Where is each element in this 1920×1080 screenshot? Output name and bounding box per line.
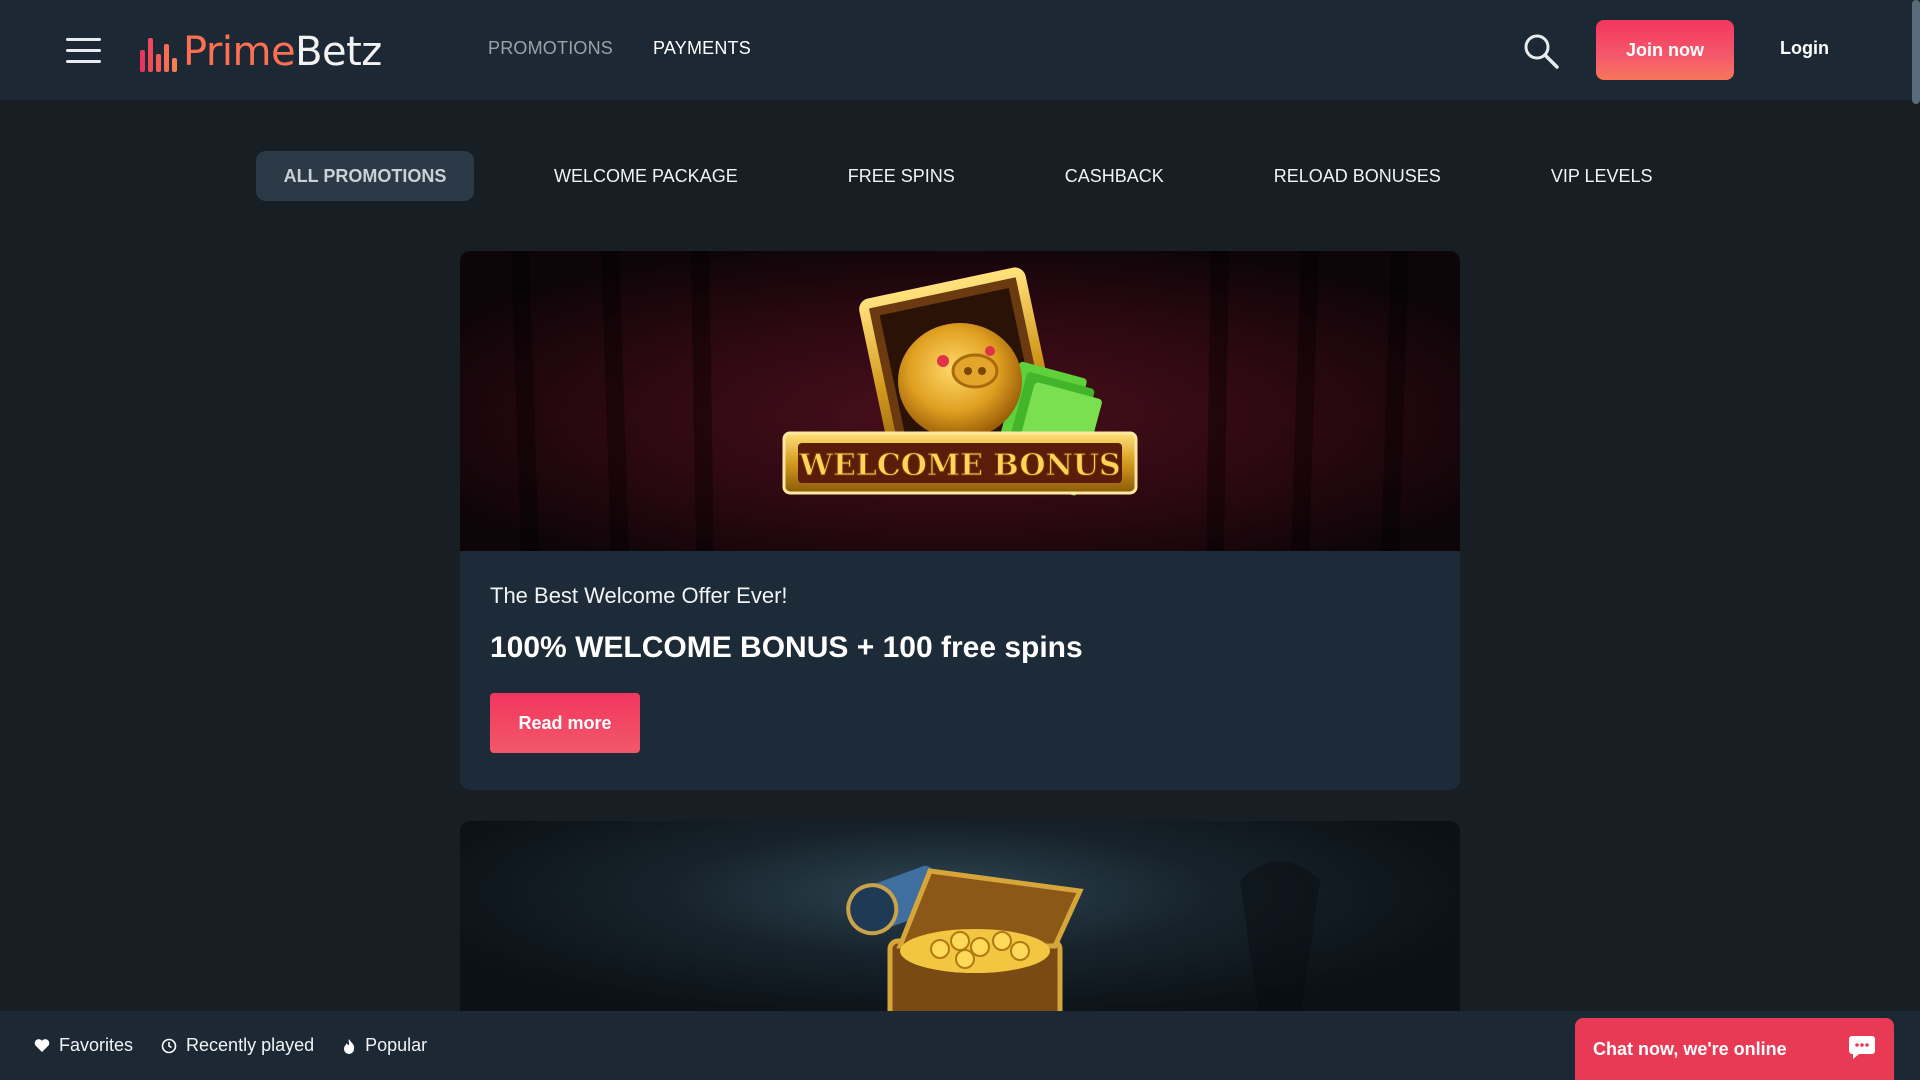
site-logo[interactable]: PrimeBetz (140, 30, 382, 72)
tab-welcome-package[interactable]: WELCOME PACKAGE (554, 151, 738, 201)
tab-cashback[interactable]: CASHBACK (1065, 151, 1164, 201)
recently-played-label: Recently played (186, 1035, 315, 1055)
promotion-title: 100% WELCOME BONUS + 100 free spins (490, 631, 1083, 664)
chat-label: Chat now, we're online (1593, 1038, 1787, 1059)
favorites-label: Favorites (59, 1035, 134, 1055)
tab-free-spins[interactable]: FREE SPINS (848, 151, 955, 201)
login-button[interactable]: Login (1780, 38, 1829, 59)
nav-payments[interactable]: PAYMENTS (653, 38, 751, 59)
tab-all-promotions[interactable]: ALL PROMOTIONS (256, 151, 474, 201)
flame-icon (342, 1038, 356, 1054)
nav-promotions[interactable]: PROMOTIONS (488, 38, 613, 59)
chat-bubble-icon (1848, 1034, 1876, 1065)
site-header: PrimeBetz PROMOTIONS PAYMENTS Join now L… (0, 0, 1920, 104)
main-nav: PROMOTIONS PAYMENTS (488, 38, 751, 59)
popular-link[interactable]: Popular (342, 1035, 427, 1056)
read-more-button[interactable]: Read more (490, 693, 640, 753)
heart-icon (34, 1038, 50, 1053)
live-chat-button[interactable]: Chat now, we're online (1575, 1018, 1894, 1080)
hamburger-menu-icon[interactable] (66, 38, 101, 64)
clock-icon (161, 1038, 177, 1054)
tab-reload-bonuses[interactable]: RELOAD BONUSES (1274, 151, 1441, 201)
page-scrollbar[interactable] (1912, 0, 1920, 104)
tab-vip-levels[interactable]: VIP LEVELS (1551, 151, 1653, 201)
promotion-card: WELCOME BONUS The Best Welcome Offer Eve… (460, 251, 1460, 790)
favorites-link[interactable]: Favorites (34, 1035, 133, 1056)
banner-title-text: WELCOME BONUS (798, 448, 1120, 483)
logo-wordmark: PrimeBetz (183, 29, 382, 75)
logo-bars-icon (140, 36, 177, 72)
recently-played-link[interactable]: Recently played (161, 1035, 314, 1056)
promotion-subtitle: The Best Welcome Offer Ever! (490, 583, 788, 608)
promotion-filter-tabs: ALL PROMOTIONS WELCOME PACKAGE FREE SPIN… (256, 151, 1653, 201)
search-icon[interactable] (1522, 32, 1560, 70)
join-now-button[interactable]: Join now (1596, 20, 1734, 80)
welcome-bonus-banner: WELCOME BONUS (460, 251, 1460, 551)
popular-label: Popular (365, 1035, 428, 1055)
